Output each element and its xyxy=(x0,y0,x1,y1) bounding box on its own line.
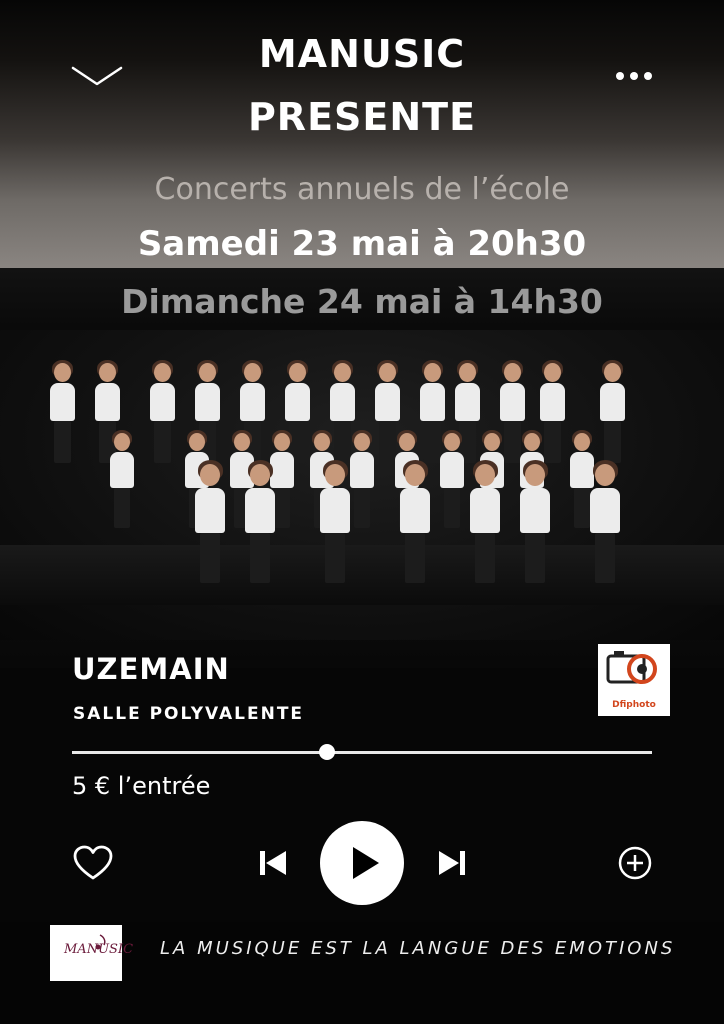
photographer-logo: Dfiphoto xyxy=(598,644,670,716)
stage xyxy=(0,545,724,605)
play-icon xyxy=(353,847,379,879)
skip-next-icon[interactable] xyxy=(434,847,470,879)
date-saturday: Samedi 23 mai à 20h30 xyxy=(137,224,587,264)
brand-logo: MANUSIC xyxy=(50,925,133,981)
camera-icon xyxy=(606,651,657,684)
page-subtitle: PRESENTE xyxy=(247,95,477,139)
ticket-price: 5 € l’entrée xyxy=(72,772,211,800)
photographer-logo-text: Dfiphoto xyxy=(612,700,656,710)
page-title: MANUSIC xyxy=(258,32,466,76)
play-button[interactable] xyxy=(320,821,404,905)
event-tagline: Concerts annuels de l’école xyxy=(154,172,570,207)
skip-previous-icon[interactable] xyxy=(255,847,291,879)
progress-knob[interactable] xyxy=(319,744,336,760)
motto: LA MUSIQUE EST LA LANGUE DES EMOTIONS xyxy=(160,938,676,959)
venue-hall: SALLE POLYVALENTE xyxy=(73,704,305,724)
brand-logo-text: MANUSIC xyxy=(64,942,134,957)
concert-photo xyxy=(0,330,724,640)
venue-city: UZEMAIN xyxy=(72,652,230,686)
add-circle-icon[interactable] xyxy=(617,845,653,881)
heart-icon[interactable] xyxy=(72,844,114,882)
progress-bar[interactable] xyxy=(72,751,652,754)
date-sunday: Dimanche 24 mai à 14h30 xyxy=(121,282,603,321)
